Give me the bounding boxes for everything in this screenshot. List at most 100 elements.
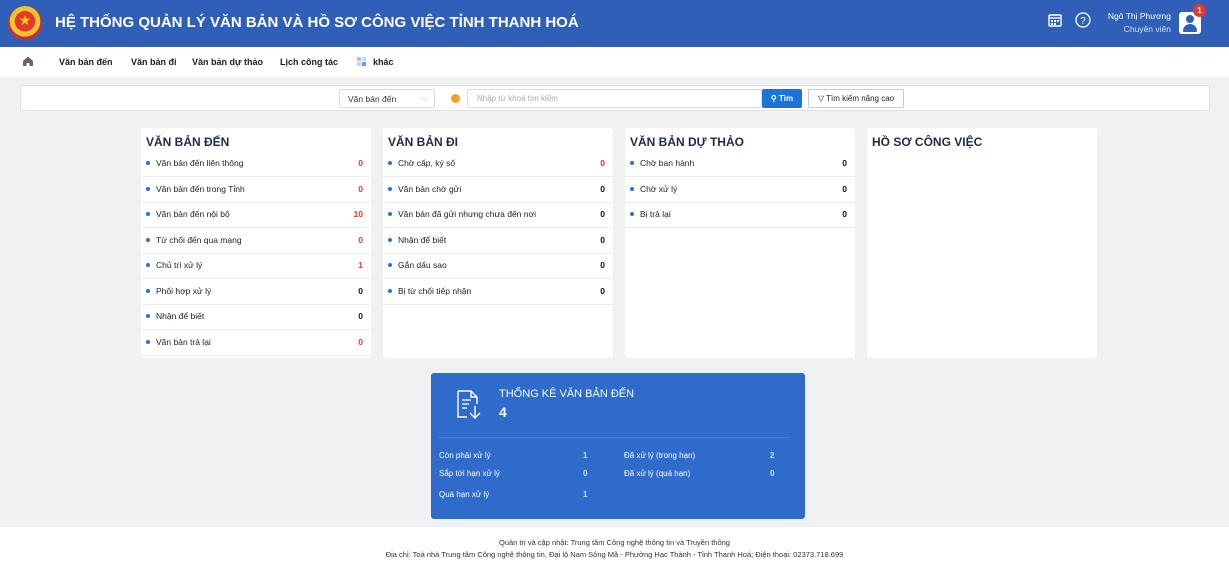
divider [439, 437, 789, 438]
bullet-icon [146, 339, 150, 344]
search-bar: Văn bản đến ⌵ ⚲ Tìm ▽ Tìm kiếm nâng cao [20, 85, 1210, 111]
list-item-count: 0 [358, 311, 363, 321]
list-item-count: 0 [600, 285, 605, 296]
document-type-select[interactable]: Văn bản đến ⌵ [339, 89, 435, 108]
list-item[interactable]: Văn bản chờ gửi 0 [383, 177, 613, 203]
stat-value: 1 [583, 490, 588, 499]
stat-value: 0 [583, 469, 588, 478]
document-download-icon [457, 390, 481, 419]
bullet-icon [630, 161, 634, 165]
list-item-count: 0 [358, 183, 363, 194]
footer-line: Quản trị và cập nhật: Trung tâm Công ngh… [499, 538, 730, 547]
search-input[interactable] [467, 89, 762, 108]
stat-label[interactable]: Đã xử lý (quá hạn) [624, 469, 690, 478]
star-icon: ★ [18, 12, 32, 28]
footer-address: Địa chỉ: Toà nhà Trung tâm Công nghệ thô… [385, 550, 844, 559]
list-item-label: Văn bản đến trong Tỉnh [156, 183, 245, 194]
list-item-label: Văn bản trả lại [156, 336, 211, 347]
bullet-icon [630, 186, 634, 191]
advanced-search-button[interactable]: ▽ Tìm kiếm nâng cao [808, 89, 904, 108]
list-item[interactable]: Chủ trì xử lý 1 [141, 253, 371, 279]
stat-label[interactable]: Quá hạn xử lý [439, 490, 489, 499]
chevron-down-icon: ⌵ [421, 93, 428, 103]
list-item[interactable]: Chờ cấp, ký số 0 [383, 151, 613, 177]
bullet-icon [388, 263, 392, 267]
list-item[interactable]: Bị từ chối tiếp nhận 0 [383, 279, 613, 305]
nav-van-ban-du-thao[interactable]: Văn bản dự thảo [192, 57, 263, 67]
list-item-count: 0 [600, 234, 605, 245]
emblem-logo[interactable]: ★ [8, 6, 42, 40]
bullet-icon [388, 237, 392, 242]
list-item-label: Bị trả lại [640, 209, 671, 219]
stat-label[interactable]: Sắp tới hạn xử lý [439, 469, 500, 478]
list-item-label: Văn bản chờ gửi [398, 183, 462, 194]
list-item-label: Bị từ chối tiếp nhận [398, 285, 472, 296]
app-title: HỆ THỐNG QUẢN LÝ VĂN BẢN VÀ HỒ SƠ CÔNG V… [55, 14, 579, 31]
stat-value: 1 [583, 451, 588, 460]
list-item-count: 0 [842, 158, 847, 168]
card-title: VĂN BẢN ĐI [388, 135, 459, 149]
bullet-icon [630, 212, 634, 216]
stat-label[interactable]: Còn phải xử lý [439, 451, 491, 460]
list-item-count: 0 [358, 158, 363, 168]
list-item-label: Gắn dấu sao [398, 260, 447, 270]
user-role: Chuyên viên [1123, 24, 1171, 34]
list-item[interactable]: Văn bản đến nội bộ 10 [141, 202, 371, 228]
nav-van-ban-di[interactable]: Văn bản đi [131, 57, 177, 67]
bullet-icon [146, 263, 150, 267]
list-item[interactable]: Văn bản đến trong Tỉnh 0 [141, 177, 371, 203]
list-item[interactable]: Phối hợp xử lý 0 [141, 279, 371, 305]
list-item-label: Chờ ban hành [640, 158, 695, 168]
bullet-icon [146, 237, 150, 242]
list-item-count: 0 [600, 158, 605, 168]
bullet-icon [388, 161, 392, 165]
list-item-label: Văn bản đã gửi nhưng chưa đến nơi [398, 209, 536, 219]
list-item[interactable]: Chờ ban hành 0 [625, 151, 855, 177]
help-icon[interactable]: ? [1075, 12, 1091, 28]
list-item[interactable]: Văn bản trả lại 0 [141, 330, 371, 356]
stat-value: 2 [770, 451, 775, 460]
list-item-label: Văn bản đến nội bộ [156, 209, 230, 219]
stats-panel: THỐNG KÊ VĂN BẢN ĐẾN 4 Còn phải xử lý 1 … [431, 373, 805, 519]
card-title: VĂN BẢN DỰ THẢO [630, 135, 744, 149]
calendar-icon[interactable] [1048, 13, 1062, 27]
list-item[interactable]: Văn bản đến liên thông 0 [141, 151, 371, 177]
footer: Quản trị và cập nhật: Trung tâm Công ngh… [0, 527, 1229, 563]
document-type-value: Văn bản đến [348, 94, 397, 104]
list-item-label: Chờ xử lý [640, 183, 678, 194]
stat-value: 0 [770, 469, 775, 478]
list-item-label: Chờ cấp, ký số [398, 158, 456, 168]
list-item[interactable]: Nhận để biết 0 [141, 304, 371, 330]
card-ho-so-cong-viec: HỒ SƠ CÔNG VIỆC [867, 128, 1097, 358]
bullet-icon [146, 314, 150, 318]
top-header: ★ HỆ THỐNG QUẢN LÝ VĂN BẢN VÀ HỒ SƠ CÔNG… [0, 0, 1229, 47]
bullet-icon [146, 161, 150, 165]
list-item[interactable]: Chờ xử lý 0 [625, 177, 855, 203]
main-nav: Văn bản đến Văn bản đi Văn bản dự thảo L… [0, 47, 1229, 77]
stat-label[interactable]: Đã xử lý (trong hạn) [624, 451, 695, 460]
home-icon[interactable] [22, 55, 34, 67]
filter-icon: ▽ [817, 94, 825, 103]
list-item[interactable]: Văn bản đã gửi nhưng chưa đến nơi 0 [383, 202, 613, 228]
list-item[interactable]: Gắn dấu sao 0 [383, 253, 613, 279]
list-item-count: 0 [358, 336, 363, 347]
list-item-label: Văn bản đến liên thông [156, 158, 244, 168]
list-item[interactable]: Từ chối đến qua mạng 0 [141, 228, 371, 254]
nav-khac[interactable]: khác [373, 57, 394, 67]
list-item-count: 0 [842, 183, 847, 194]
advanced-search-label: Tìm kiếm nâng cao [826, 94, 895, 103]
search-icon: ⚲ [770, 94, 777, 103]
list-item[interactable]: Bị trả lại 0 [625, 202, 855, 228]
notification-badge[interactable]: 1 [1193, 4, 1206, 17]
list-item-label: Nhận để biết [398, 234, 447, 245]
nav-van-ban-den[interactable]: Văn bản đến [59, 57, 113, 67]
search-button[interactable]: ⚲ Tìm [762, 89, 802, 108]
nav-lich-cong-tac[interactable]: Lịch công tác [280, 57, 338, 67]
list-item[interactable]: Nhận để biết 0 [383, 228, 613, 254]
info-icon[interactable] [451, 94, 460, 103]
user-name[interactable]: Ngô Thị Phương [1108, 11, 1171, 21]
card-van-ban-du-thao: VĂN BẢN DỰ THẢO Chờ ban hành 0 Chờ xử lý 0 B… [625, 128, 855, 358]
stats-total: 4 [499, 404, 507, 420]
apps-grid-icon[interactable] [357, 57, 367, 67]
search-button-label: Tìm [778, 94, 794, 103]
